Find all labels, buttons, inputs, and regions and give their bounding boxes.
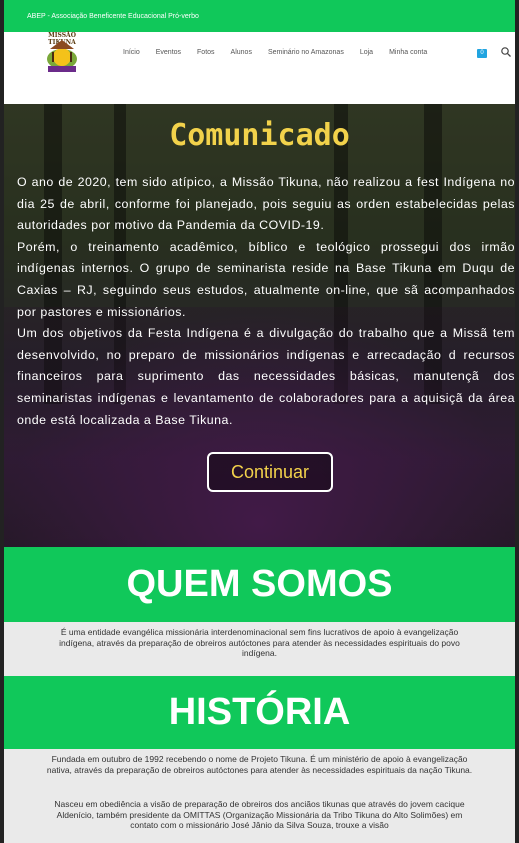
top-bar-text: ABEP - Associação Beneficente Educaciona… [27,13,199,20]
cart-count: 0 [480,50,484,56]
main-nav: Início Eventos Fotos Alunos Seminário no… [123,49,443,56]
nav-item-eventos[interactable]: Eventos [156,49,181,56]
historia-heading: HISTÓRIA [4,676,515,749]
historia-paragraph-1: Fundada em outubro de 1992 recebendo o n… [46,754,473,775]
site-header: MISSÃO TIKUNA Início Eventos Fotos Aluno… [4,32,515,104]
window-frame-left [0,0,4,843]
hero-title: Comunicado [169,118,350,153]
quem-somos-heading: QUEM SOMOS [4,547,515,622]
nav-item-seminario[interactable]: Seminário no Amazonas [268,49,344,56]
historia-section: Fundada em outubro de 1992 recebendo o n… [4,749,515,843]
search-icon[interactable] [500,46,512,58]
logo-icon[interactable] [37,32,87,80]
window-frame-right [515,0,519,843]
quem-somos-text: É uma entidade evangélica missionária in… [4,622,515,676]
hero-body: O ano de 2020, tem sido atípico, a Missã… [17,175,515,427]
nav-item-inicio[interactable]: Início [123,49,140,56]
nav-item-alunos[interactable]: Alunos [231,49,252,56]
hero-section: Comunicado O ano de 2020, tem sido atípi… [4,104,515,547]
continue-button[interactable]: Continuar [207,452,333,492]
cart-icon[interactable]: 0 [477,49,487,58]
top-bar: ABEP - Associação Beneficente Educaciona… [4,0,515,32]
nav-item-loja[interactable]: Loja [360,49,373,56]
historia-paragraph-2: Nasceu em obediência a visão de preparaç… [54,799,465,831]
nav-item-fotos[interactable]: Fotos [197,49,215,56]
nav-item-minha-conta[interactable]: Minha conta [389,49,427,56]
